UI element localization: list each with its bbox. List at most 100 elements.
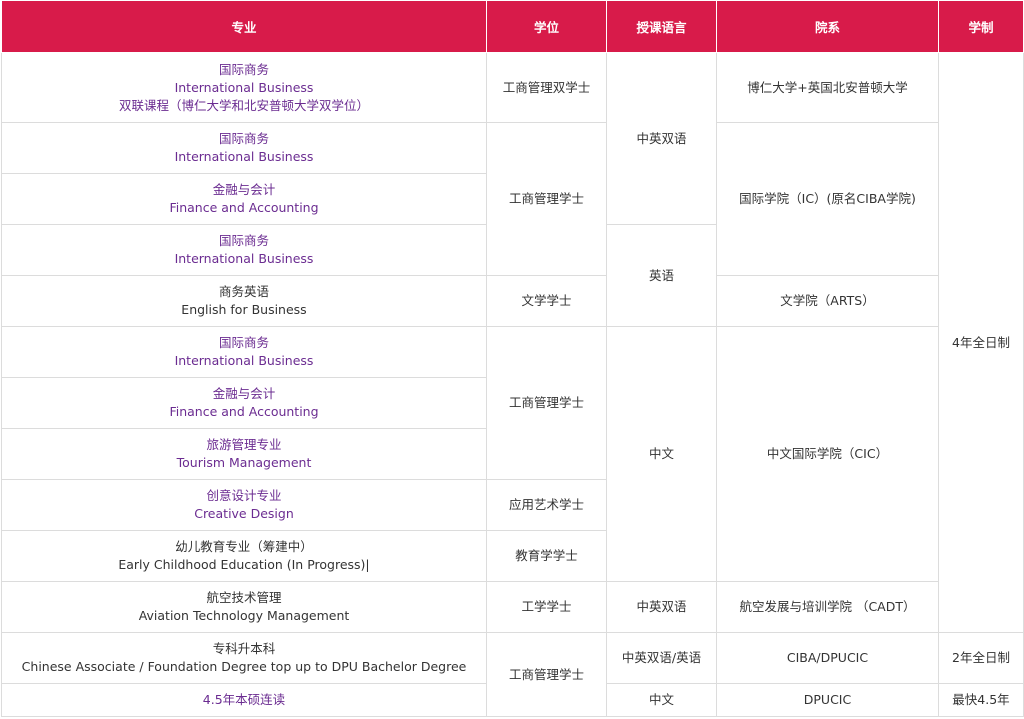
degree-cell: 工学学士 [486,581,607,633]
language-text: 中英双语 [636,599,687,614]
language-cell: 英语 [606,224,717,327]
language-cell: 中英双语 [606,581,717,633]
degree-cell: 工商管理学士 [486,122,607,276]
faculty-cell: 中文国际学院（CIC） [716,326,939,582]
major-text-line: English for Business [181,302,307,317]
language-cell: 中英双语 [606,52,717,225]
degree-text: 工商管理学士 [508,666,584,682]
duration-text: 2年全日制 [952,650,1010,665]
table-row: 国际商务 International Business 双联课程（博仁大学和北安普顿… [1,52,1024,633]
degree-cell: 文学学士 [486,275,607,327]
header-duration: 学制 [938,0,1024,53]
major-link-line[interactable]: 国际商务 [6,232,482,250]
major-cell[interactable]: 4.5年本硕连读 [1,683,487,717]
major-link-line[interactable]: 双联课程（博仁大学和北安普顿大学双学位） [6,97,482,115]
duration-cell: 2年全日制 [938,632,1024,684]
programs-table: 专业 学位 授课语言 院系 学制 国际商务 International Busin… [1,0,1024,717]
duration-cell: 最快4.5年 [938,683,1024,717]
table-row: 专科升本科 Chinese Associate / Foundation Degr… [1,632,1024,717]
major-cell[interactable]: 国际商务 International Business [1,224,487,276]
major-cell[interactable]: 国际商务 International Business [1,122,487,174]
major-cell[interactable]: 国际商务 International Business 双联课程（博仁大学和北安普顿… [1,52,487,123]
faculty-cell: 航空发展与培训学院 （CADT） [716,581,939,633]
major-cell[interactable]: 创意设计专业 Creative Design [1,479,487,531]
degree-cell: 工商管理学士 [486,632,607,717]
major-cell[interactable]: 旅游管理专业 Tourism Management [1,428,487,480]
degree-text: 工商管理双学士 [502,79,591,95]
duration-text: 最快4.5年 [952,692,1010,707]
faculty-text: 国际学院（IC）(原名CIBA学院) [739,191,916,206]
major-link-line[interactable]: 国际商务 [6,130,482,148]
table-row: 国际商务 International Business 工商管理学士 中文 中文国… [1,326,1024,582]
major-cell: 商务英语 English for Business [1,275,487,327]
major-link-line[interactable]: 旅游管理专业 [6,436,482,454]
faculty-text: CIBA/DPUCIC [786,650,869,665]
faculty-cell: 博仁大学+英国北安普顿大学 [716,52,939,123]
degree-cell: 应用艺术学士 [486,479,607,531]
major-text-line: 航空技术管理 [206,590,282,605]
header-language: 授课语言 [606,0,717,53]
duration-text: 4年全日制 [952,334,1010,350]
header-major: 专业 [1,0,487,53]
major-text-line: Aviation Technology Management [138,608,350,623]
degree-text: 文学学士 [521,293,572,308]
major-text-line: 幼儿教育专业（筹建中） [175,539,313,554]
table-row: 航空技术管理 Aviation Technology Management 工学学… [1,581,1024,633]
major-link-line[interactable]: 金融与会计 [6,181,482,199]
faculty-text: 航空发展与培训学院 （CADT） [739,599,916,614]
degree-text: 工商管理学士 [508,191,584,206]
faculty-cell: CIBA/DPUCIC [716,632,939,684]
major-text-line: 商务英语 [218,284,269,299]
degree-cell: 教育学学士 [486,530,607,582]
language-text: 中文 [648,692,674,707]
major-link-line[interactable]: International Business [6,79,482,97]
language-text: 中文 [648,446,674,461]
table-row: 商务英语 English for Business 文学学士 文学院（ARTS） [1,275,1024,327]
major-cell: 航空技术管理 Aviation Technology Management [1,581,487,633]
faculty-text: 文学院（ARTS） [780,293,875,308]
faculty-cell: 文学院（ARTS） [716,275,939,327]
major-cell[interactable]: 金融与会计 Finance and Accounting [1,173,487,225]
language-cell: 中文 [606,326,717,582]
degree-text: 教育学学士 [515,548,578,563]
major-link-line[interactable]: International Business [6,352,482,370]
header-faculty: 院系 [716,0,939,53]
major-link-line[interactable]: International Business [6,148,482,166]
header-degree: 学位 [486,0,607,53]
duration-cell: 4年全日制 [938,52,1024,633]
language-text: 中英双语 [636,130,687,146]
major-cell[interactable]: 金融与会计 Finance and Accounting [1,377,487,429]
language-text: 中英双语/英语 [621,650,702,665]
major-link-line[interactable]: Finance and Accounting [6,199,482,217]
major-link-line[interactable]: 创意设计专业 [6,487,482,505]
faculty-text: 中文国际学院（CIC） [766,446,889,461]
degree-cell: 工商管理双学士 [486,52,607,123]
major-link-line[interactable]: 国际商务 [6,334,482,352]
major-link-line[interactable]: 4.5年本硕连读 [6,691,482,709]
language-cell: 中文 [606,683,717,717]
major-cell: 幼儿教育专业（筹建中） Early Childhood Education (In… [1,530,487,582]
major-link-line[interactable]: 国际商务 [6,61,482,79]
major-cell[interactable]: 国际商务 International Business [1,326,487,378]
major-text-line: 专科升本科 [212,641,276,656]
major-link-line[interactable]: Finance and Accounting [6,403,482,421]
degree-text: 应用艺术学士 [508,497,584,512]
major-link-line[interactable]: Tourism Management [6,454,482,472]
table-header-row: 专业 学位 授课语言 院系 学制 [1,0,1024,53]
major-link-line[interactable]: International Business [6,250,482,268]
major-link-line[interactable]: Creative Design [6,505,482,523]
major-text-line: Early Childhood Education (In Progress)| [118,557,370,572]
major-cell: 专科升本科 Chinese Associate / Foundation Degr… [1,632,487,684]
faculty-text: DPUCIC [803,692,852,707]
degree-cell: 工商管理学士 [486,326,607,480]
language-cell: 中英双语/英语 [606,632,717,684]
major-link-line[interactable]: 金融与会计 [6,385,482,403]
faculty-cell: 国际学院（IC）(原名CIBA学院) [716,122,939,276]
faculty-cell: DPUCIC [716,683,939,717]
degree-text: 工商管理学士 [508,395,584,410]
faculty-text: 博仁大学+英国北安普顿大学 [747,79,908,95]
major-text-line: Chinese Associate / Foundation Degree to… [21,659,467,674]
table-row: 国际商务 International Business 工商管理学士 国际学院（I… [1,122,1024,276]
degree-text: 工学学士 [521,599,572,614]
language-text: 英语 [648,267,674,283]
